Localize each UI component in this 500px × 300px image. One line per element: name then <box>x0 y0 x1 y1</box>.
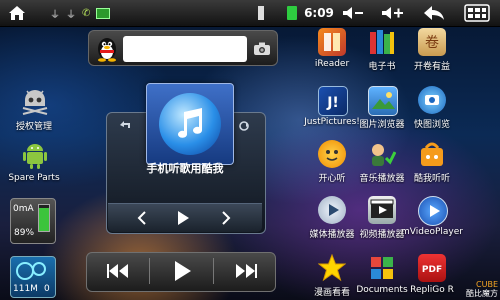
app-spare-parts[interactable]: Spare Parts <box>6 140 62 186</box>
app-label: mVideoPlayer <box>401 227 463 237</box>
svg-text:PDF: PDF <box>422 265 442 275</box>
return-arrow-icon[interactable] <box>118 118 132 132</box>
ebook-icon <box>368 28 396 56</box>
watermark-line1: CUBE <box>476 280 498 289</box>
battery-percent: 89% <box>14 228 35 238</box>
mvideoplayer-icon <box>418 196 448 226</box>
volume-down-icon[interactable] <box>340 0 366 26</box>
play-icon[interactable] <box>154 256 210 286</box>
kaixinting-icon <box>318 140 346 168</box>
notification-area[interactable]: ⏚ ⏚ ✆ <box>50 0 120 26</box>
documents-icon <box>368 254 396 282</box>
home-icon[interactable] <box>6 0 28 26</box>
repligo-icon: PDF <box>418 254 446 282</box>
clock: 6:09 <box>304 6 334 20</box>
app-label: Spare Parts <box>8 173 60 183</box>
volume-up-icon[interactable] <box>380 0 406 26</box>
qq-penguin-icon[interactable] <box>93 34 121 62</box>
battery-current: 0mA <box>13 204 34 214</box>
rewind-icon[interactable] <box>90 256 146 286</box>
battery-icon <box>285 0 299 26</box>
song-title: 手机听歌用酷我 <box>146 162 224 175</box>
repeat-icon[interactable] <box>237 118 251 132</box>
search-widget <box>88 30 278 66</box>
app-kuwo[interactable]: 酷我听听 <box>404 140 460 184</box>
app-label: 酷我听听 <box>413 174 450 184</box>
just-pictures-icon: J! <box>318 86 348 116</box>
memory-monitor-widget[interactable]: 111M 0 <box>10 256 56 298</box>
app-auth-manager[interactable]: 授权管理 <box>6 86 62 132</box>
usb-icon: ⏚ <box>50 9 60 21</box>
media-player-icon <box>318 196 346 224</box>
search-input[interactable] <box>123 36 247 62</box>
camera-icon[interactable] <box>252 37 272 59</box>
cube-watermark: CUBE 酷比魔方 <box>454 280 498 298</box>
memory-count: 0 <box>44 284 50 294</box>
next-icon[interactable] <box>216 208 236 228</box>
music-player-icon <box>368 140 397 168</box>
ireader-icon <box>318 28 346 56</box>
battery-monitor-widget[interactable]: 0mA 89% <box>10 198 56 244</box>
svg-text:J!: J! <box>326 95 339 111</box>
memory-free: 111M <box>13 284 38 294</box>
quickpic-icon <box>418 86 446 114</box>
image-browser-icon <box>368 86 398 116</box>
android-robot-icon <box>23 144 47 169</box>
watermark-line2: 酷比魔方 <box>466 289 498 298</box>
play-icon[interactable] <box>173 208 193 228</box>
previous-icon[interactable] <box>132 208 152 228</box>
app-kaijuan[interactable]: 卷 开卷有益 <box>404 28 460 72</box>
svg-text:卷: 卷 <box>425 35 439 51</box>
app-repligo[interactable]: PDF RepliGo R <box>404 254 460 298</box>
fast-forward-icon[interactable] <box>218 256 274 286</box>
back-icon[interactable] <box>420 0 448 26</box>
album-art[interactable] <box>146 83 234 165</box>
app-mvideoplayer[interactable]: mVideoPlayer <box>401 196 463 240</box>
status-bar: ⏚ ⏚ ✆ 6:09 <box>0 0 500 27</box>
home-screen: ⏚ ⏚ ✆ 6:09 授权管理 Spare Parts 0mA 89% 111M… <box>0 0 500 300</box>
music-note-icon <box>159 93 221 155</box>
app-label: 授权管理 <box>15 122 52 132</box>
app-quickpic[interactable]: 快图浏览 <box>404 86 460 130</box>
menu-icon[interactable] <box>462 0 492 26</box>
video-player-icon <box>368 196 396 224</box>
app-label: 开卷有益 <box>413 62 450 72</box>
apk-icon <box>96 7 111 19</box>
kuwo-icon <box>418 140 446 168</box>
phone-icon: ✆ <box>82 7 91 19</box>
usb-icon: ⏚ <box>66 9 76 21</box>
scroll-icon: 卷 <box>418 28 446 56</box>
comic-icon <box>317 253 347 282</box>
app-label: 快图浏览 <box>413 120 450 130</box>
signal-icon <box>254 0 268 26</box>
battery-level-bar <box>38 204 50 232</box>
android-skull-icon <box>22 90 48 115</box>
